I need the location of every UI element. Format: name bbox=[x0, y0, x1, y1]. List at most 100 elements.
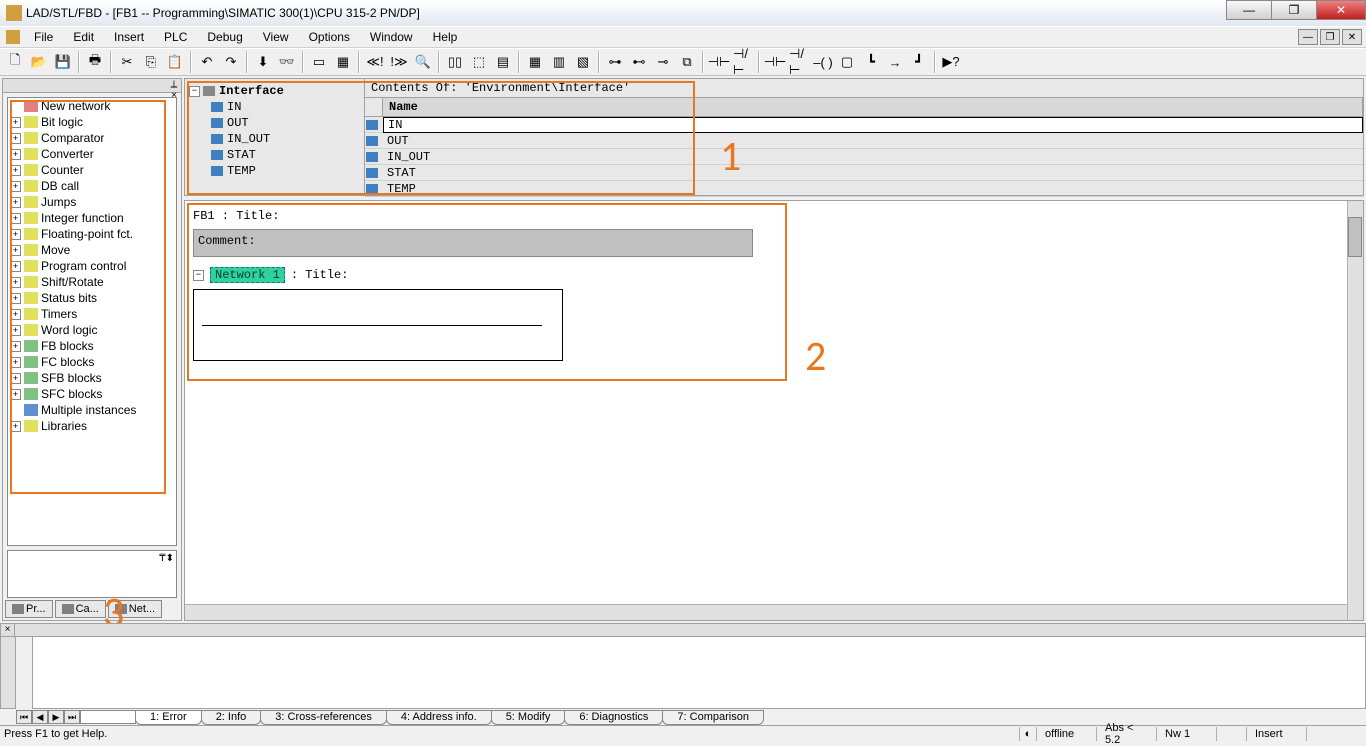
maximize-button[interactable]: ❐ bbox=[1271, 0, 1317, 20]
expander-icon[interactable]: + bbox=[10, 325, 21, 336]
menu-view[interactable]: View bbox=[253, 27, 299, 47]
expander-icon[interactable]: + bbox=[10, 261, 21, 272]
cut-icon[interactable]: ✂ bbox=[116, 51, 138, 73]
interface-tree-item[interactable]: OUT bbox=[189, 115, 360, 131]
interface-tree-item[interactable]: TEMP bbox=[189, 163, 360, 179]
expander-icon[interactable]: + bbox=[10, 277, 21, 288]
horizontal-scrollbar[interactable] bbox=[185, 604, 1347, 620]
minimize-button[interactable]: — bbox=[1226, 0, 1272, 20]
catalog-item[interactable]: +Floating-point fct. bbox=[8, 226, 176, 242]
monitor-icon[interactable]: 👓 bbox=[276, 51, 298, 73]
view3-icon[interactable]: ▤ bbox=[492, 51, 514, 73]
catalog-item[interactable]: +Integer function bbox=[8, 210, 176, 226]
expander-icon[interactable]: + bbox=[10, 373, 21, 384]
mdi-close-button[interactable]: ✕ bbox=[1342, 29, 1362, 45]
catalog-item[interactable]: +Counter bbox=[8, 162, 176, 178]
interface-tree-item[interactable]: IN_OUT bbox=[189, 131, 360, 147]
save-icon[interactable]: 💾 bbox=[52, 51, 74, 73]
block-icon[interactable]: ▭ bbox=[308, 51, 330, 73]
interface-row[interactable]: STAT bbox=[365, 165, 1363, 181]
menu-plc[interactable]: PLC bbox=[154, 27, 197, 47]
comment-box[interactable]: Comment: bbox=[193, 229, 753, 257]
network-icon[interactable]: ▦ bbox=[524, 51, 546, 73]
catalog-item[interactable]: +Bit logic bbox=[8, 114, 176, 130]
ladder-network[interactable] bbox=[193, 289, 563, 361]
view1-icon[interactable]: ▯▯ bbox=[444, 51, 466, 73]
goto-icon[interactable]: ≪! bbox=[364, 51, 386, 73]
paste-icon[interactable]: 📋 bbox=[164, 51, 186, 73]
menu-window[interactable]: Window bbox=[360, 27, 423, 47]
catalog-item[interactable]: Multiple instances bbox=[8, 402, 176, 418]
expander-icon[interactable]: + bbox=[10, 357, 21, 368]
box-icon[interactable]: ▢ bbox=[836, 51, 858, 73]
print-icon[interactable]: 🖶 bbox=[84, 51, 106, 73]
sidebar-tab-network[interactable]: Net... bbox=[108, 600, 162, 618]
expander-icon[interactable]: + bbox=[10, 149, 21, 160]
view2-icon[interactable]: ⬚ bbox=[468, 51, 490, 73]
output-tab[interactable]: 6: Diagnostics bbox=[564, 710, 663, 725]
find-icon[interactable]: 🔍 bbox=[412, 51, 434, 73]
download-icon[interactable]: ⬇ bbox=[252, 51, 274, 73]
expander-icon[interactable]: + bbox=[10, 229, 21, 240]
expander-icon[interactable]: + bbox=[10, 421, 21, 432]
connector-icon[interactable]: ┛ bbox=[908, 51, 930, 73]
vertical-scrollbar[interactable] bbox=[1347, 201, 1363, 620]
expander-icon[interactable]: + bbox=[10, 293, 21, 304]
expander-icon[interactable]: + bbox=[10, 389, 21, 400]
output-tab[interactable]: 5: Modify bbox=[491, 710, 566, 725]
catalog-item[interactable]: +Comparator bbox=[8, 130, 176, 146]
help-icon[interactable]: ▶? bbox=[940, 51, 962, 73]
catalog-icon[interactable]: ▧ bbox=[572, 51, 594, 73]
catalog-item[interactable]: New network bbox=[8, 98, 176, 114]
output-tab[interactable]: 3: Cross-references bbox=[260, 710, 387, 725]
menu-insert[interactable]: Insert bbox=[104, 27, 154, 47]
output-tab[interactable]: 1: Error bbox=[135, 710, 202, 725]
redo-icon[interactable]: ↷ bbox=[220, 51, 242, 73]
editor-content[interactable]: FB1 : Title: Comment: − Network 1 : Titl… bbox=[193, 209, 753, 361]
catalog-item[interactable]: +FC blocks bbox=[8, 354, 176, 370]
tab-nav-next-icon[interactable]: ▶ bbox=[48, 710, 64, 724]
catalog-item[interactable]: +Move bbox=[8, 242, 176, 258]
network-label[interactable]: Network 1 bbox=[210, 267, 285, 283]
catalog-item[interactable]: +SFB blocks bbox=[8, 370, 176, 386]
ref-icon[interactable]: ▦ bbox=[332, 51, 354, 73]
expander-icon[interactable]: + bbox=[10, 133, 21, 144]
catalog-item[interactable]: +Program control bbox=[8, 258, 176, 274]
interface-row[interactable]: TEMP bbox=[365, 181, 1363, 197]
menu-options[interactable]: Options bbox=[299, 27, 360, 47]
interface-tree[interactable]: −Interface INOUTIN_OUTSTATTEMP bbox=[185, 79, 365, 195]
sidebar-lower-icon[interactable]: ₸⬍ bbox=[159, 553, 174, 564]
mdi-restore-button[interactable]: ❐ bbox=[1320, 29, 1340, 45]
undo-icon[interactable]: ↶ bbox=[196, 51, 218, 73]
output-tab[interactable]: 4: Address info. bbox=[386, 710, 492, 725]
expander-icon[interactable]: + bbox=[10, 341, 21, 352]
tab-nav-first-icon[interactable]: ⏮ bbox=[16, 710, 32, 724]
sidebar-tab-call[interactable]: Ca... bbox=[55, 600, 106, 618]
menu-help[interactable]: Help bbox=[423, 27, 468, 47]
menu-edit[interactable]: Edit bbox=[63, 27, 104, 47]
expander-icon[interactable]: + bbox=[10, 245, 21, 256]
expander-icon[interactable]: − bbox=[189, 86, 200, 97]
catalog-item[interactable]: +Status bits bbox=[8, 290, 176, 306]
interface-tree-item[interactable]: IN bbox=[189, 99, 360, 115]
output-tab[interactable]: 2: Info bbox=[201, 710, 262, 725]
copy-icon[interactable]: ⎘ bbox=[140, 51, 162, 73]
no-contact-icon[interactable]: ⊣⊢ bbox=[764, 51, 786, 73]
catalog-item[interactable]: +Libraries bbox=[8, 418, 176, 434]
expander-icon[interactable]: + bbox=[10, 181, 21, 192]
catalog-item[interactable]: +DB call bbox=[8, 178, 176, 194]
interface-tree-item[interactable]: STAT bbox=[189, 147, 360, 163]
expander-icon[interactable]: + bbox=[10, 213, 21, 224]
expander-icon[interactable]: + bbox=[10, 197, 21, 208]
menu-file[interactable]: File bbox=[24, 27, 63, 47]
catalog-tree[interactable]: New network+Bit logic+Comparator+Convert… bbox=[7, 97, 177, 546]
expander-icon[interactable]: + bbox=[10, 165, 21, 176]
catalog-item[interactable]: +SFC blocks bbox=[8, 386, 176, 402]
nc-contact-icon[interactable]: ⊣/⊢ bbox=[788, 51, 810, 73]
catalog-item[interactable]: +Timers bbox=[8, 306, 176, 322]
new-icon[interactable]: 🗋 bbox=[4, 51, 26, 73]
connect3-icon[interactable]: ⊸ bbox=[652, 51, 674, 73]
sidebar-close-icon[interactable]: ⟂ × bbox=[167, 79, 181, 92]
open-icon[interactable]: 📂 bbox=[28, 51, 50, 73]
catalog-item[interactable]: +Jumps bbox=[8, 194, 176, 210]
